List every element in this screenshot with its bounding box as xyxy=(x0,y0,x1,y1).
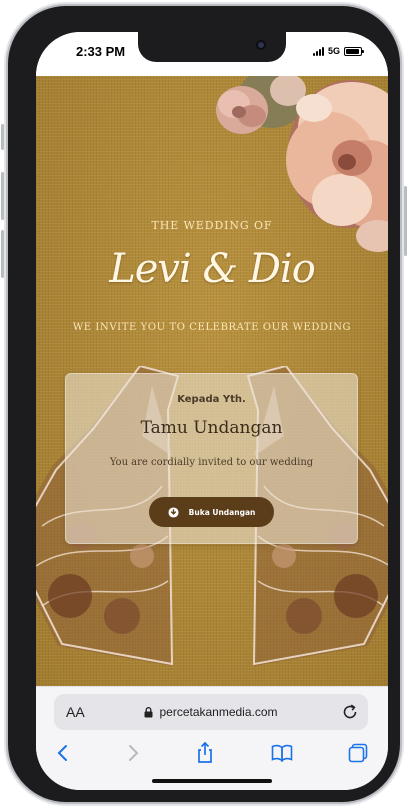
reload-icon[interactable] xyxy=(341,703,359,721)
front-camera xyxy=(256,40,266,50)
browser-toolbar xyxy=(36,737,388,771)
invitation-page[interactable]: THE WEDDING OF Levi & Dio WE INVITE YOU … xyxy=(36,76,388,686)
invite-tagline: WE INVITE YOU TO CELEBRATE OUR WEDDING xyxy=(72,322,352,333)
signal-icon xyxy=(312,46,324,56)
envelope-open-icon xyxy=(168,506,179,518)
status-bar: 2:33 PM 5G xyxy=(36,32,388,76)
system-icons: 5G xyxy=(312,46,364,56)
phone-frame: 2:33 PM 5G THE WEDDING OF Levi & Dio WE … xyxy=(1,6,407,802)
open-invitation-label: Buka Undangan xyxy=(188,507,256,517)
volume-up-button xyxy=(1,172,4,220)
volume-down-button xyxy=(1,230,4,278)
lock-icon xyxy=(144,706,153,717)
tabs-icon[interactable] xyxy=(346,741,370,765)
invitation-message: You are cordially invited to our wedding xyxy=(109,457,314,468)
status-time: 2:33 PM xyxy=(76,44,126,59)
couple-names: Levi & Dio xyxy=(109,246,316,292)
back-icon[interactable] xyxy=(51,741,75,765)
url-text: percetakanmedia.com xyxy=(159,705,278,719)
home-indicator xyxy=(152,779,272,783)
power-button xyxy=(404,186,407,256)
mute-switch xyxy=(1,124,4,150)
open-invitation-button[interactable]: Buka Undangan xyxy=(149,497,274,527)
share-icon[interactable] xyxy=(193,741,217,765)
safari-bottom-bar: AA percetakanmedia.com xyxy=(36,686,388,790)
network-type: 5G xyxy=(327,46,340,56)
address-bar[interactable]: AA percetakanmedia.com xyxy=(54,694,368,730)
addressee-prefix: Kepada Yth. xyxy=(177,394,246,405)
wedding-heading: THE WEDDING OF xyxy=(151,219,273,232)
notch xyxy=(138,32,286,62)
forward-icon[interactable] xyxy=(121,741,145,765)
url-display[interactable]: percetakanmedia.com xyxy=(54,705,368,719)
screen: 2:33 PM 5G THE WEDDING OF Levi & Dio WE … xyxy=(36,32,388,790)
battery-icon xyxy=(344,46,364,56)
guest-name: Tamu Undangan xyxy=(140,418,283,438)
bookmarks-icon[interactable] xyxy=(270,741,294,765)
guest-card: Kepada Yth. Tamu Undangan You are cordia… xyxy=(65,373,358,544)
